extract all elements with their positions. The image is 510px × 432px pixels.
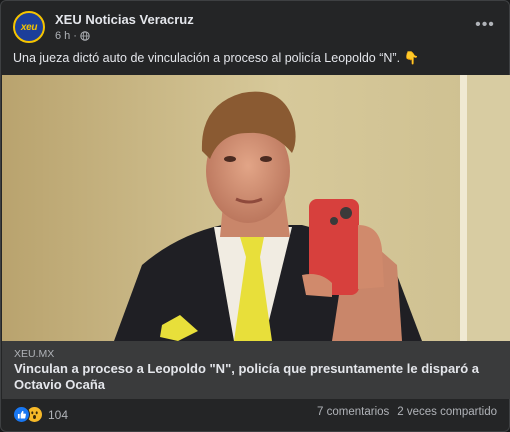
more-options-icon[interactable]: ••• <box>473 15 497 35</box>
post-time[interactable]: 6 h <box>55 30 70 42</box>
post-meta: 6 h · <box>55 30 90 42</box>
post-footer: 104 7 comentarios 2 veces compartido <box>13 404 497 424</box>
page-name-link[interactable]: XEU Noticias Veracruz <box>55 12 194 27</box>
reactions-summary[interactable]: 104 <box>13 406 68 423</box>
photo-illustration <box>2 75 510 341</box>
post-card: xeu XEU Noticias Veracruz 6 h · ••• Una … <box>0 0 510 432</box>
comments-count-link[interactable]: 7 comentarios <box>317 406 389 418</box>
meta-separator: · <box>73 30 77 42</box>
post-photo[interactable] <box>2 75 510 341</box>
engagement-stats: 7 comentarios 2 veces compartido <box>317 406 497 418</box>
page-avatar[interactable]: xeu <box>13 11 45 43</box>
post-header: xeu XEU Noticias Veracruz 6 h · ••• <box>13 11 497 47</box>
link-preview[interactable]: XEU.MX Vinculan a proceso a Leopoldo "N"… <box>2 341 510 399</box>
like-reaction-icon <box>13 406 30 423</box>
link-title[interactable]: Vinculan a proceso a Leopoldo "N", polic… <box>14 361 496 393</box>
reaction-count: 104 <box>48 407 69 422</box>
link-domain: XEU.MX <box>14 348 55 360</box>
avatar-logo-text: xeu <box>20 21 38 33</box>
post-caption: Una jueza dictó auto de vinculación a pr… <box>13 51 420 65</box>
globe-icon <box>80 31 90 41</box>
shares-count-link[interactable]: 2 veces compartido <box>397 406 497 418</box>
